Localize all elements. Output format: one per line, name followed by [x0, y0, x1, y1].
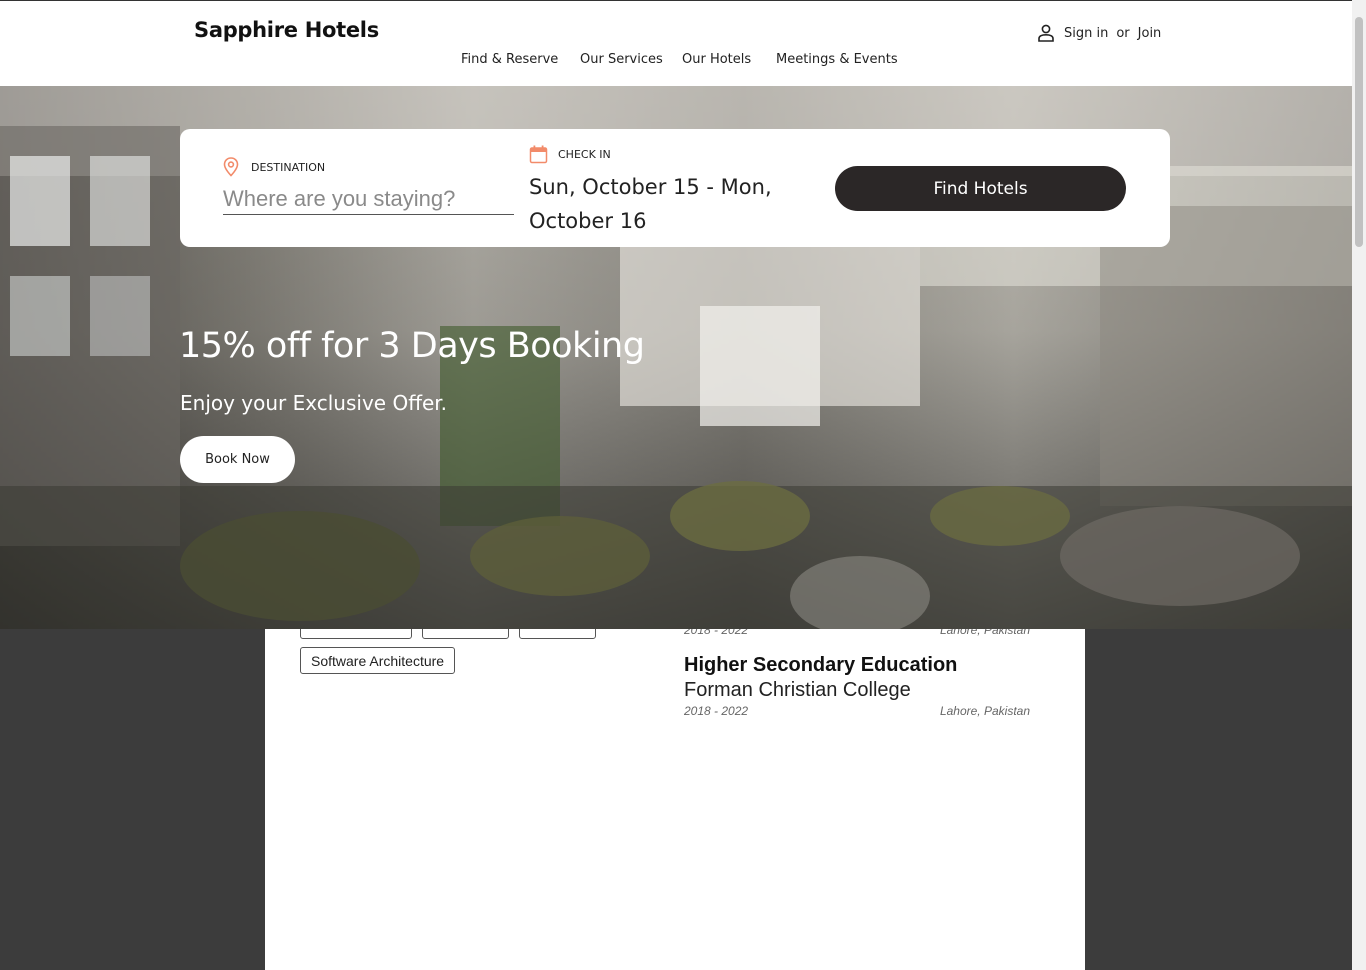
promo-subtitle: Enjoy your Exclusive Offer. — [180, 391, 448, 415]
education-title: Higher Secondary Education — [684, 654, 958, 676]
education-dates: 2018 - 2022 — [684, 704, 749, 718]
calendar-icon — [529, 145, 548, 164]
promo-title: 15% off for 3 Days Booking — [179, 326, 645, 366]
skill-tag-software-architecture: Software Architecture — [300, 647, 456, 674]
brand-logo[interactable]: Sapphire Hotels — [194, 18, 379, 42]
account-links: Sign in or Join — [1037, 24, 1161, 42]
join-link[interactable]: Join — [1138, 26, 1162, 41]
checkin-date-range[interactable]: Sun, October 15 - Mon, October 16 — [529, 170, 809, 238]
destination-label-row: DESTINATION — [223, 157, 514, 177]
find-hotels-button[interactable]: Find Hotels — [835, 166, 1126, 211]
nav-our-hotels[interactable]: Our Hotels — [682, 52, 751, 67]
nav-meetings-events[interactable]: Meetings & Events — [776, 52, 898, 67]
education-school: Forman Christian College — [684, 679, 911, 701]
destination-label: DESTINATION — [251, 160, 326, 174]
sign-in-link[interactable]: Sign in — [1064, 26, 1108, 41]
destination-input[interactable] — [223, 183, 514, 215]
user-icon — [1038, 24, 1054, 42]
page-scrollbar[interactable] — [1352, 0, 1366, 970]
location-pin-icon — [223, 157, 239, 177]
checkin-label: CHECK IN — [558, 148, 611, 161]
or-separator: or — [1116, 25, 1130, 41]
scrollbar-thumb[interactable] — [1355, 17, 1363, 247]
education-location: Lahore, Pakistan — [939, 704, 1030, 718]
nav-find-reserve[interactable]: Find & Reserve — [461, 52, 558, 67]
top-navigation-bar: Sapphire Hotels Find & Reserve Our Servi… — [0, 0, 1352, 86]
hotel-search-card: DESTINATION CHECK IN Sun, October 15 - M… — [180, 129, 1170, 247]
book-now-button[interactable]: Book Now — [180, 436, 295, 483]
destination-field: DESTINATION — [223, 157, 514, 215]
hero-banner: DESTINATION CHECK IN Sun, October 15 - M… — [0, 86, 1352, 629]
checkin-label-row: CHECK IN — [529, 145, 809, 164]
checkin-field[interactable]: CHECK IN Sun, October 15 - Mon, October … — [529, 145, 809, 238]
nav-our-services[interactable]: Our Services — [580, 52, 663, 67]
